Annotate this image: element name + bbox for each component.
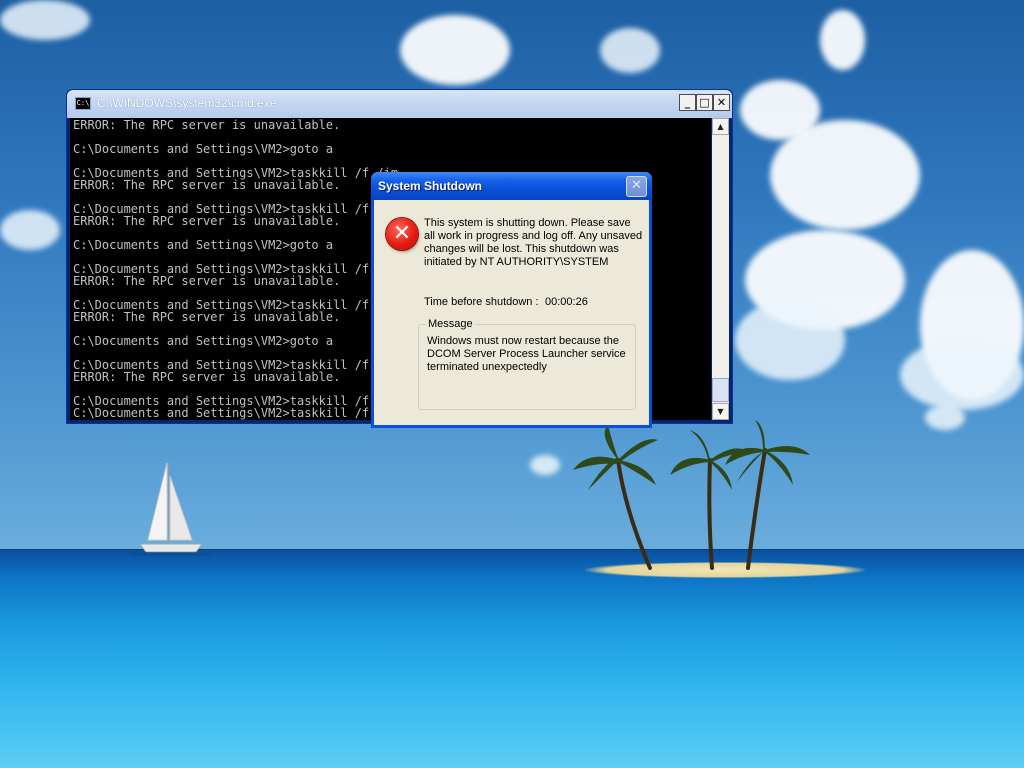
- message-legend: Message: [426, 318, 475, 330]
- cloud: [400, 15, 510, 85]
- scroll-up-arrow-icon[interactable]: ▲: [712, 118, 729, 135]
- close-button[interactable]: ✕: [713, 94, 730, 111]
- cloud: [735, 300, 845, 380]
- cloud: [770, 120, 920, 230]
- cloud: [600, 28, 660, 73]
- cloud: [820, 10, 865, 70]
- cmd-icon: C:\: [75, 97, 91, 110]
- cloud: [530, 455, 560, 475]
- cloud: [0, 210, 60, 250]
- dialog-body: ✕ This system is shutting down. Please s…: [374, 200, 649, 425]
- scroll-down-arrow-icon[interactable]: ▼: [712, 403, 729, 420]
- cmd-title-bar[interactable]: C:\ C:\WINDOWS\system32\cmd.exe _ □ ✕: [67, 90, 732, 118]
- sea: [0, 550, 1024, 768]
- dialog-title: System Shutdown: [378, 179, 483, 193]
- cmd-window-title: C:\WINDOWS\system32\cmd.exe: [97, 96, 277, 110]
- sailboat: [130, 461, 210, 556]
- cloud: [925, 405, 965, 430]
- vertical-scrollbar[interactable]: ▲ ▼: [712, 118, 729, 420]
- error-icon: ✕: [386, 218, 418, 250]
- message-text: Windows must now restart because the DCO…: [427, 335, 626, 373]
- system-shutdown-dialog[interactable]: System Shutdown ✕ ✕ This system is shutt…: [371, 172, 652, 428]
- scroll-thumb[interactable]: [712, 378, 729, 402]
- palm-trees: [573, 420, 810, 570]
- shutdown-notice-text: This system is shutting down. Please sav…: [424, 217, 643, 268]
- maximize-button[interactable]: □: [696, 94, 713, 111]
- message-group-box: Message Windows must now restart because…: [418, 318, 636, 410]
- dialog-title-bar[interactable]: System Shutdown ✕: [371, 172, 652, 200]
- time-before-shutdown-label: Time before shutdown :: [424, 296, 539, 308]
- countdown-value: 00:00:26: [545, 296, 588, 308]
- cloud: [900, 340, 1024, 410]
- cloud: [0, 0, 90, 40]
- dialog-close-button[interactable]: ✕: [626, 176, 647, 197]
- minimize-button[interactable]: _: [679, 94, 696, 111]
